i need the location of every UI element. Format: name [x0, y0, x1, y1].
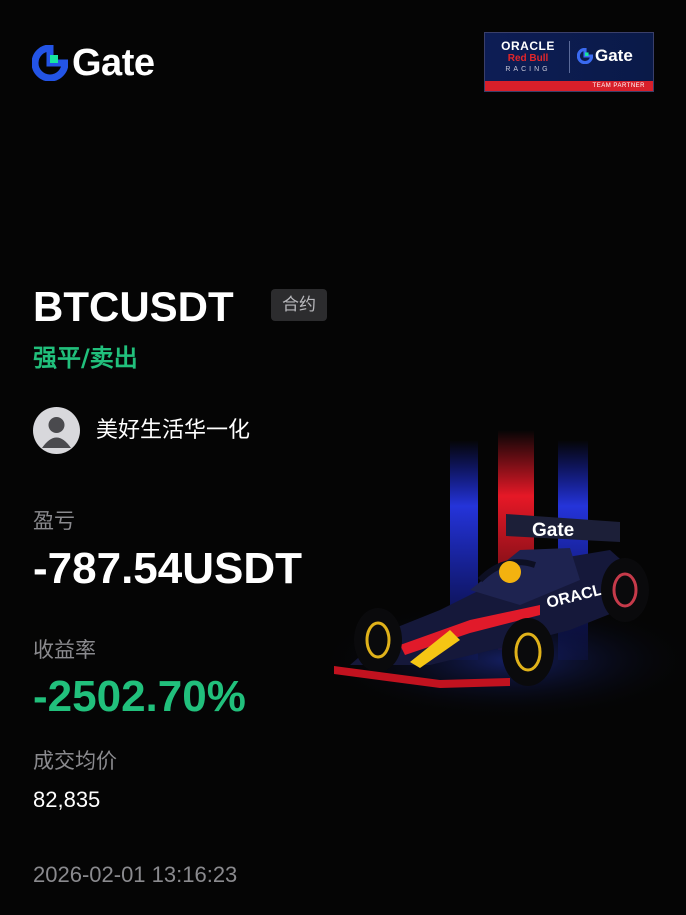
badge-gate-text: Gate: [595, 46, 633, 65]
avg-price-label: 成交均价: [33, 749, 117, 773]
pnl-value: -787.54USDT: [33, 544, 303, 593]
gate-logo: Gate: [32, 42, 155, 84]
badge-redbull-text: Red Bull: [507, 53, 549, 64]
badge-oracle-text: ORACLE: [501, 39, 555, 53]
user-avatar-icon: [42, 417, 71, 448]
logo-text: Gate: [72, 42, 155, 84]
order-side-label: 强平/卖出: [33, 344, 138, 372]
rear-wing-livery: Gate: [532, 520, 574, 541]
roi-label: 收益率: [33, 638, 96, 662]
front-wheel: [354, 608, 402, 672]
pnl-label: 盈亏: [33, 509, 75, 533]
avg-price-value: 82,835: [33, 787, 101, 812]
badge-partner-strip: TEAM PARTNER: [485, 81, 653, 91]
badge-racing-text: RACING: [505, 66, 551, 73]
badge-divider: [569, 41, 570, 73]
pnl-share-card: Gate ORACLE Red Bull RACING Gate TEAM PA…: [0, 0, 686, 915]
badge-gate-icon: [577, 48, 593, 64]
rear-wheel: [601, 558, 649, 622]
front-wheel: [502, 618, 554, 686]
gate-logo-icon: [32, 45, 68, 81]
roi-value: -2502.70%: [33, 672, 246, 721]
avatar: [33, 407, 80, 454]
team-partner-badge: ORACLE Red Bull RACING Gate TEAM PARTNER: [484, 32, 654, 92]
badge-gate-logo: Gate: [577, 46, 633, 66]
driver-helmet: [499, 561, 521, 583]
trading-pair: BTCUSDT: [33, 283, 234, 330]
f1-car-illustration: Gate ORACLE: [320, 430, 686, 720]
username: 美好生活华一化: [96, 418, 251, 443]
timestamp: 2026-02-01 13:16:23: [33, 862, 238, 887]
contract-type-tag: 合约: [271, 289, 327, 321]
